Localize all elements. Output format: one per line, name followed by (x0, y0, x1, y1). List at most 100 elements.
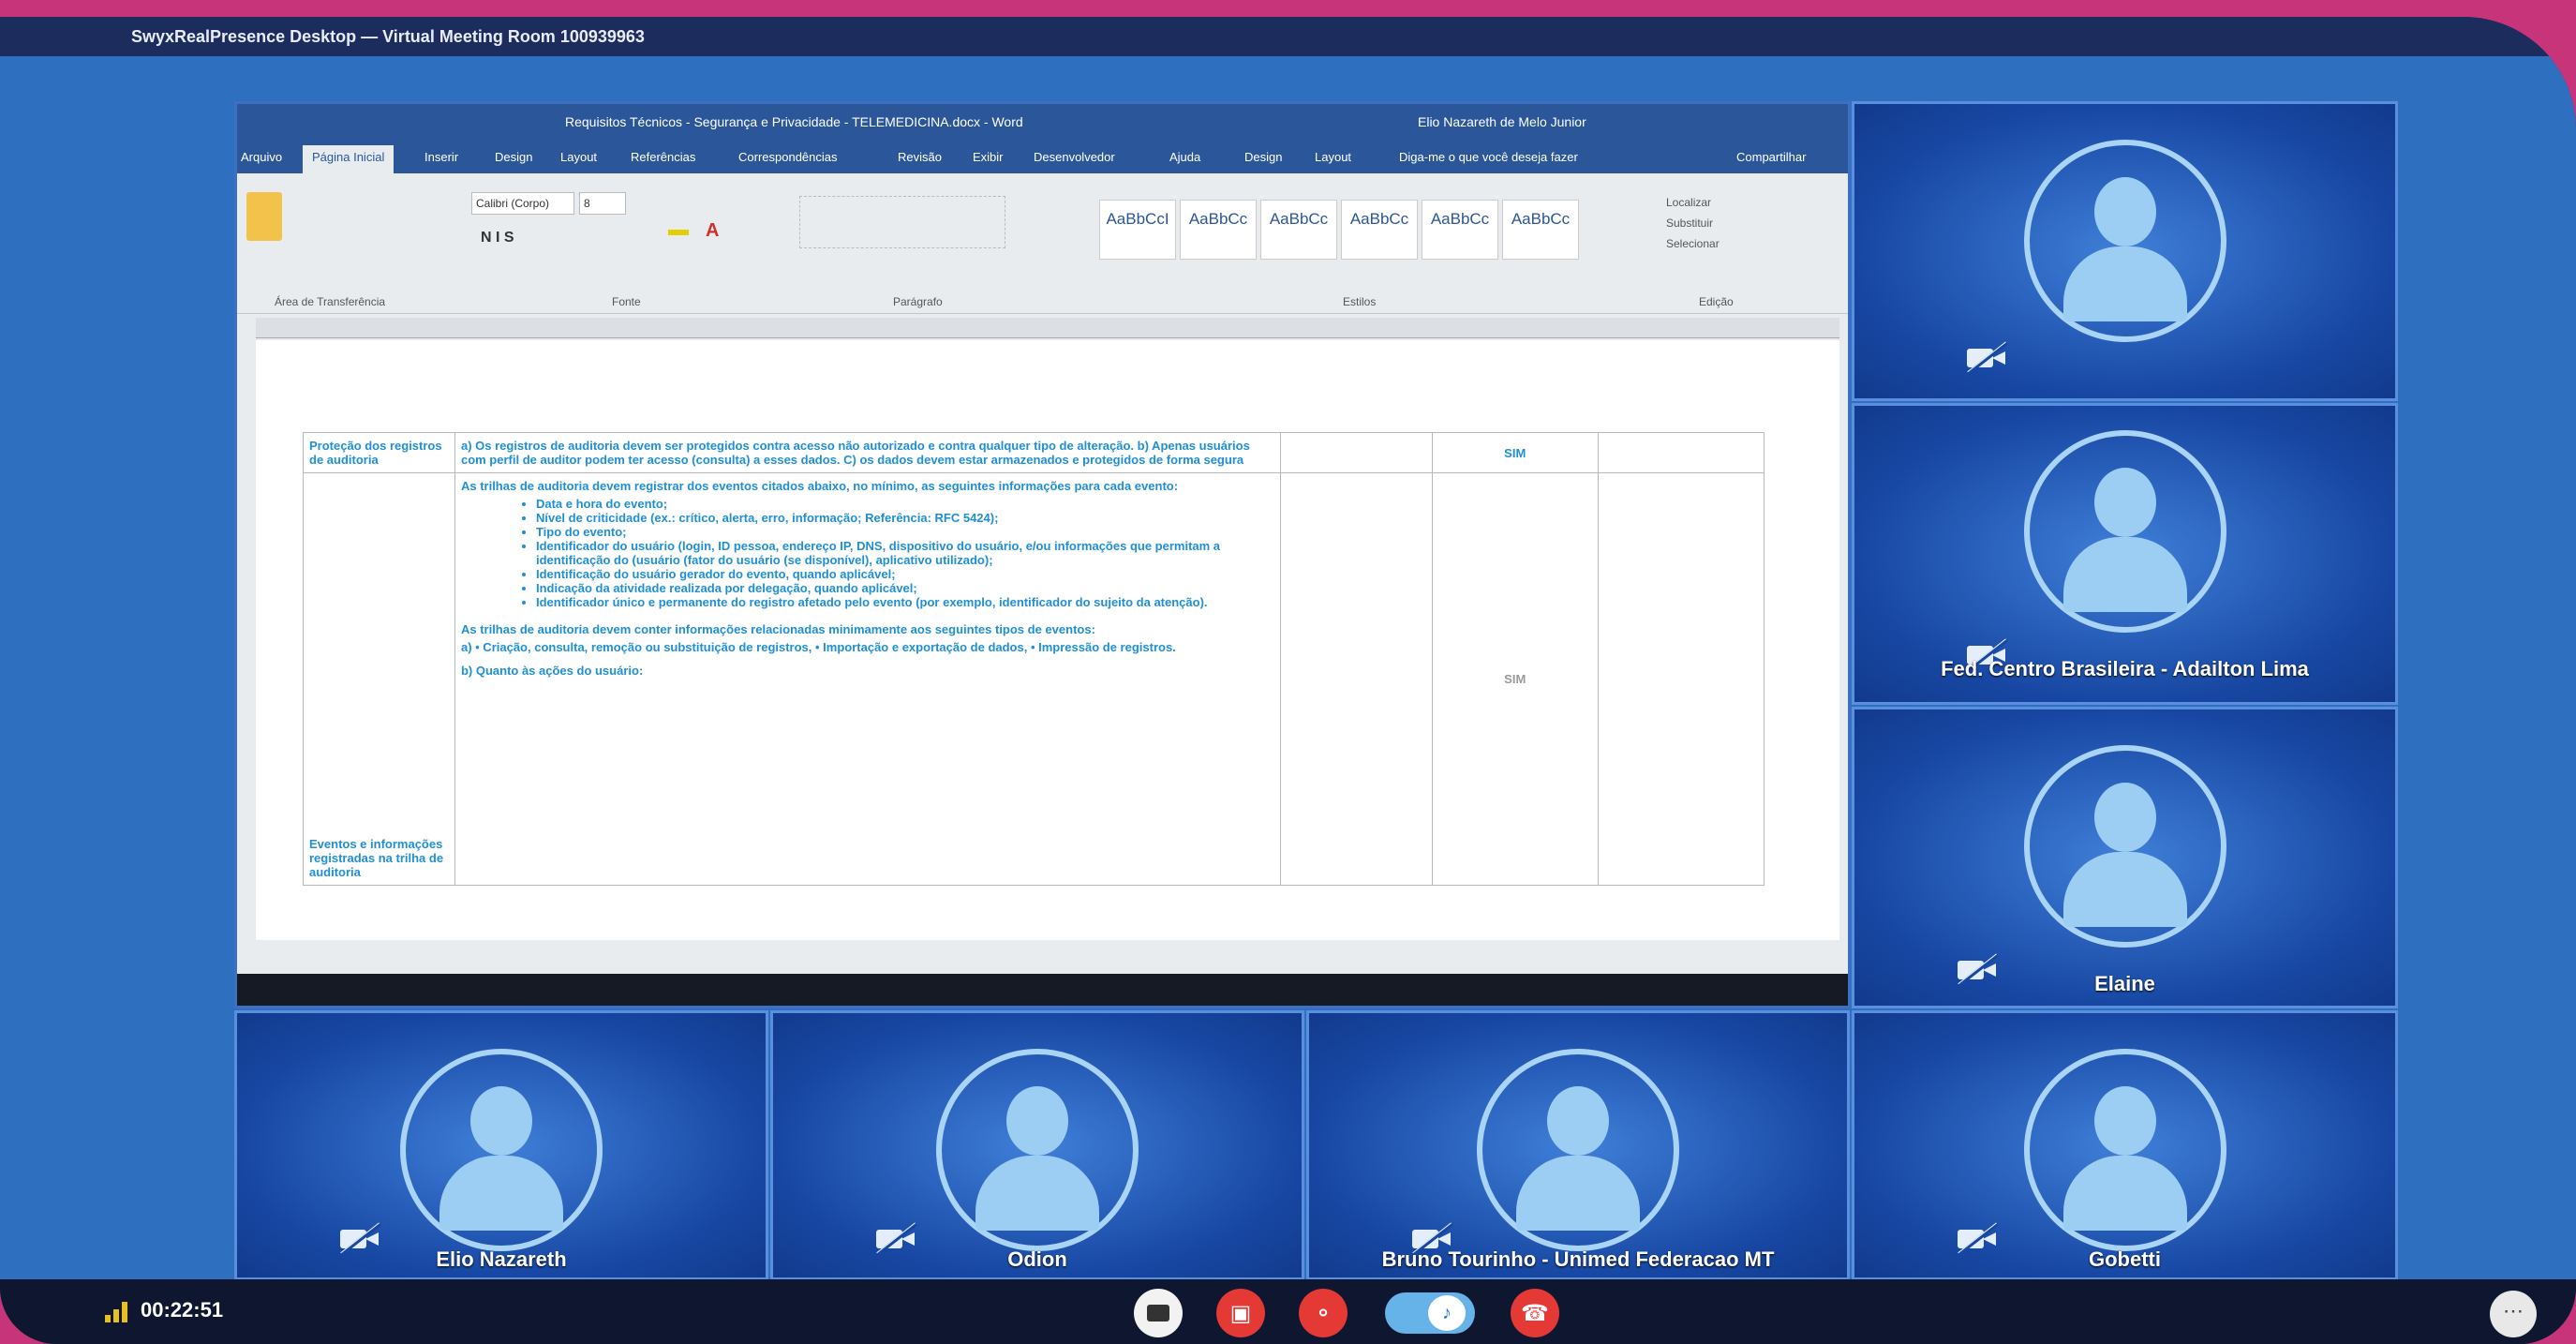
document-page[interactable]: Proteção dos registros de auditoria a) O… (256, 340, 1839, 940)
camera-off-icon (1967, 341, 2008, 375)
tab-design[interactable]: Design (495, 150, 532, 164)
table-cell-label: Proteção dos registros de auditoria (303, 432, 455, 473)
tab-table-design[interactable]: Design (1244, 150, 1282, 164)
table-cell-value: SIM (1431, 432, 1599, 473)
word-app-title: Requisitos Técnicos - Segurança e Privac… (565, 114, 1023, 129)
screen-share-icon (1147, 1305, 1169, 1322)
table-paragraph: As trilhas de auditoria devem registrar … (460, 479, 1179, 493)
table-paragraph: b) Quanto às ações do usuário: (460, 664, 644, 678)
avatar (936, 1049, 1139, 1251)
tab-review[interactable]: Revisão (898, 150, 942, 164)
participant-tile[interactable]: Gobetti (1852, 1010, 2398, 1280)
table-cell-text: a) Os registros de auditoria devem ser p… (454, 432, 1281, 473)
word-account: Elio Nazareth de Melo Junior (1418, 114, 1586, 129)
participant-tile[interactable]: Odion (770, 1010, 1304, 1280)
avatar (2023, 430, 2226, 633)
bullet-item: Nível de criticidade (ex.: crítico, aler… (536, 511, 1274, 525)
speaker-toggle[interactable]: ♪ (1385, 1292, 1475, 1334)
tell-me-search[interactable]: Diga-me o que você deseja fazer (1399, 150, 1578, 164)
avatar (2023, 140, 2226, 342)
participant-tile[interactable]: Elaine (1852, 707, 2398, 1008)
paste-icon[interactable] (246, 192, 282, 241)
group-font: Fonte (612, 295, 641, 308)
ribbon-tabs: Arquivo Página Inicial Inserir Design La… (237, 142, 1848, 173)
style-subtitle[interactable]: AaBbCc (1502, 200, 1579, 260)
participant-name: Bruno Tourinho - Unimed Federacao MT (1381, 1247, 1775, 1271)
mute-button[interactable]: ⚬ (1299, 1289, 1348, 1337)
tab-mailings[interactable]: Correspondências (738, 150, 838, 164)
bullet-item: Identificador único e permanente do regi… (536, 595, 1274, 609)
participant-tile[interactable] (1852, 101, 2398, 401)
tab-home[interactable]: Página Inicial (303, 145, 395, 173)
style-heading-2[interactable]: AaBbCc (1341, 200, 1418, 260)
group-editing: Edição (1699, 295, 1734, 308)
hang-up-icon: ☎ (1521, 1300, 1549, 1326)
ellipsis-icon: ⋯ (2503, 1299, 2524, 1322)
camera-off-icon: ▣ (1229, 1300, 1252, 1326)
speaker-icon: ♪ (1428, 1295, 1466, 1331)
table-paragraph: a) • Criação, consulta, remoção ou subst… (460, 640, 1176, 654)
highlight-icon[interactable] (668, 230, 689, 235)
tab-file[interactable]: Arquivo (241, 150, 282, 164)
call-duration: 00:22:51 (141, 1298, 224, 1322)
font-size-select[interactable]: 8 (579, 192, 626, 215)
table-cell-empty (1597, 472, 1765, 886)
tab-view[interactable]: Exibir (973, 150, 1004, 164)
select-button[interactable]: Selecionar (1666, 233, 1720, 254)
editing-group: Localizar Substituir Selecionar (1666, 192, 1720, 254)
style-title[interactable]: AaBbCc (1422, 200, 1498, 260)
table-cell-value: SIM (1431, 472, 1599, 886)
participant-name: Elaine (2094, 972, 2155, 995)
share-footer (237, 974, 1848, 1006)
window-title: SwyxRealPresence Desktop — Virtual Meeti… (0, 17, 2576, 56)
style-no-spacing[interactable]: AaBbCc (1180, 200, 1257, 260)
table-cell-empty (1279, 432, 1433, 473)
monitor-bezel: SwyxRealPresence Desktop — Virtual Meeti… (0, 0, 2576, 1344)
participant-tile[interactable]: Bruno Tourinho - Unimed Federacao MT (1306, 1010, 1850, 1280)
format-buttons-icon[interactable]: N I S (481, 230, 514, 246)
font-name-select[interactable]: Calibri (Corpo) (471, 192, 574, 215)
word-titlebar: Requisitos Técnicos - Segurança e Privac… (237, 104, 1848, 142)
table-cell-empty (1597, 432, 1765, 473)
avatar (400, 1049, 603, 1251)
camera-toggle-button[interactable]: ▣ (1216, 1289, 1265, 1337)
share-screen-button[interactable] (1134, 1289, 1183, 1337)
group-clipboard: Área de Transferência (275, 295, 386, 308)
font-color-icon[interactable]: A (706, 220, 719, 242)
tab-table-layout[interactable]: Layout (1315, 150, 1351, 164)
avatar (2023, 1049, 2226, 1251)
find-button[interactable]: Localizar (1666, 192, 1720, 213)
tab-references[interactable]: Referências (631, 150, 695, 164)
participant-name: Fed. Centro Brasileira - Adailton Lima (1941, 657, 2309, 680)
screen-share[interactable]: Requisitos Técnicos - Segurança e Privac… (234, 101, 1851, 1008)
bullet-item: Indicação da atividade realizada por del… (536, 581, 1274, 595)
video-stage: Requisitos Técnicos - Segurança e Privac… (0, 56, 2576, 1280)
table-cell-text: As trilhas de auditoria devem registrar … (454, 472, 1281, 886)
tab-layout[interactable]: Layout (560, 150, 597, 164)
participant-tile[interactable]: Fed. Centro Brasileira - Adailton Lima (1852, 403, 2398, 705)
style-heading-1[interactable]: AaBbCc (1260, 200, 1337, 260)
bullet-item: Data e hora do evento; (536, 497, 1274, 511)
table-row: Proteção dos registros de auditoria a) O… (303, 432, 1765, 473)
table-bullets: Data e hora do evento; Nível de criticid… (536, 497, 1274, 609)
participant-tile[interactable]: Elio Nazareth (234, 1010, 768, 1280)
paragraph-controls[interactable] (799, 196, 1005, 248)
bullet-item: Identificador do usuário (login, ID pess… (536, 539, 1274, 567)
tab-developer[interactable]: Desenvolvedor (1034, 150, 1115, 164)
tab-help[interactable]: Ajuda (1169, 150, 1200, 164)
share-button[interactable]: Compartilhar (1736, 150, 1806, 164)
end-call-button[interactable]: ☎ (1511, 1289, 1559, 1337)
table-cell-label: Eventos e informações registradas na tri… (303, 472, 455, 886)
requirements-table: Proteção dos registros de auditoria a) O… (303, 432, 1765, 886)
style-normal[interactable]: AaBbCcI (1099, 200, 1176, 260)
ruler (256, 318, 1839, 338)
connection-quality-icon (105, 1302, 129, 1322)
tab-insert[interactable]: Inserir (424, 150, 458, 164)
meeting-window: SwyxRealPresence Desktop — Virtual Meeti… (0, 17, 2576, 1344)
group-paragraph: Parágrafo (893, 295, 943, 308)
table-row: Eventos e informações registradas na tri… (303, 472, 1765, 886)
call-control-bar: 00:22:51 ▣ ⚬ ♪ ☎ ⋯ (0, 1279, 2576, 1344)
ribbon: Calibri (Corpo) 8 N I S A AaBbCcI AaBbCc… (237, 173, 1848, 314)
replace-button[interactable]: Substituir (1666, 213, 1720, 233)
more-options-button[interactable]: ⋯ (2490, 1291, 2537, 1337)
